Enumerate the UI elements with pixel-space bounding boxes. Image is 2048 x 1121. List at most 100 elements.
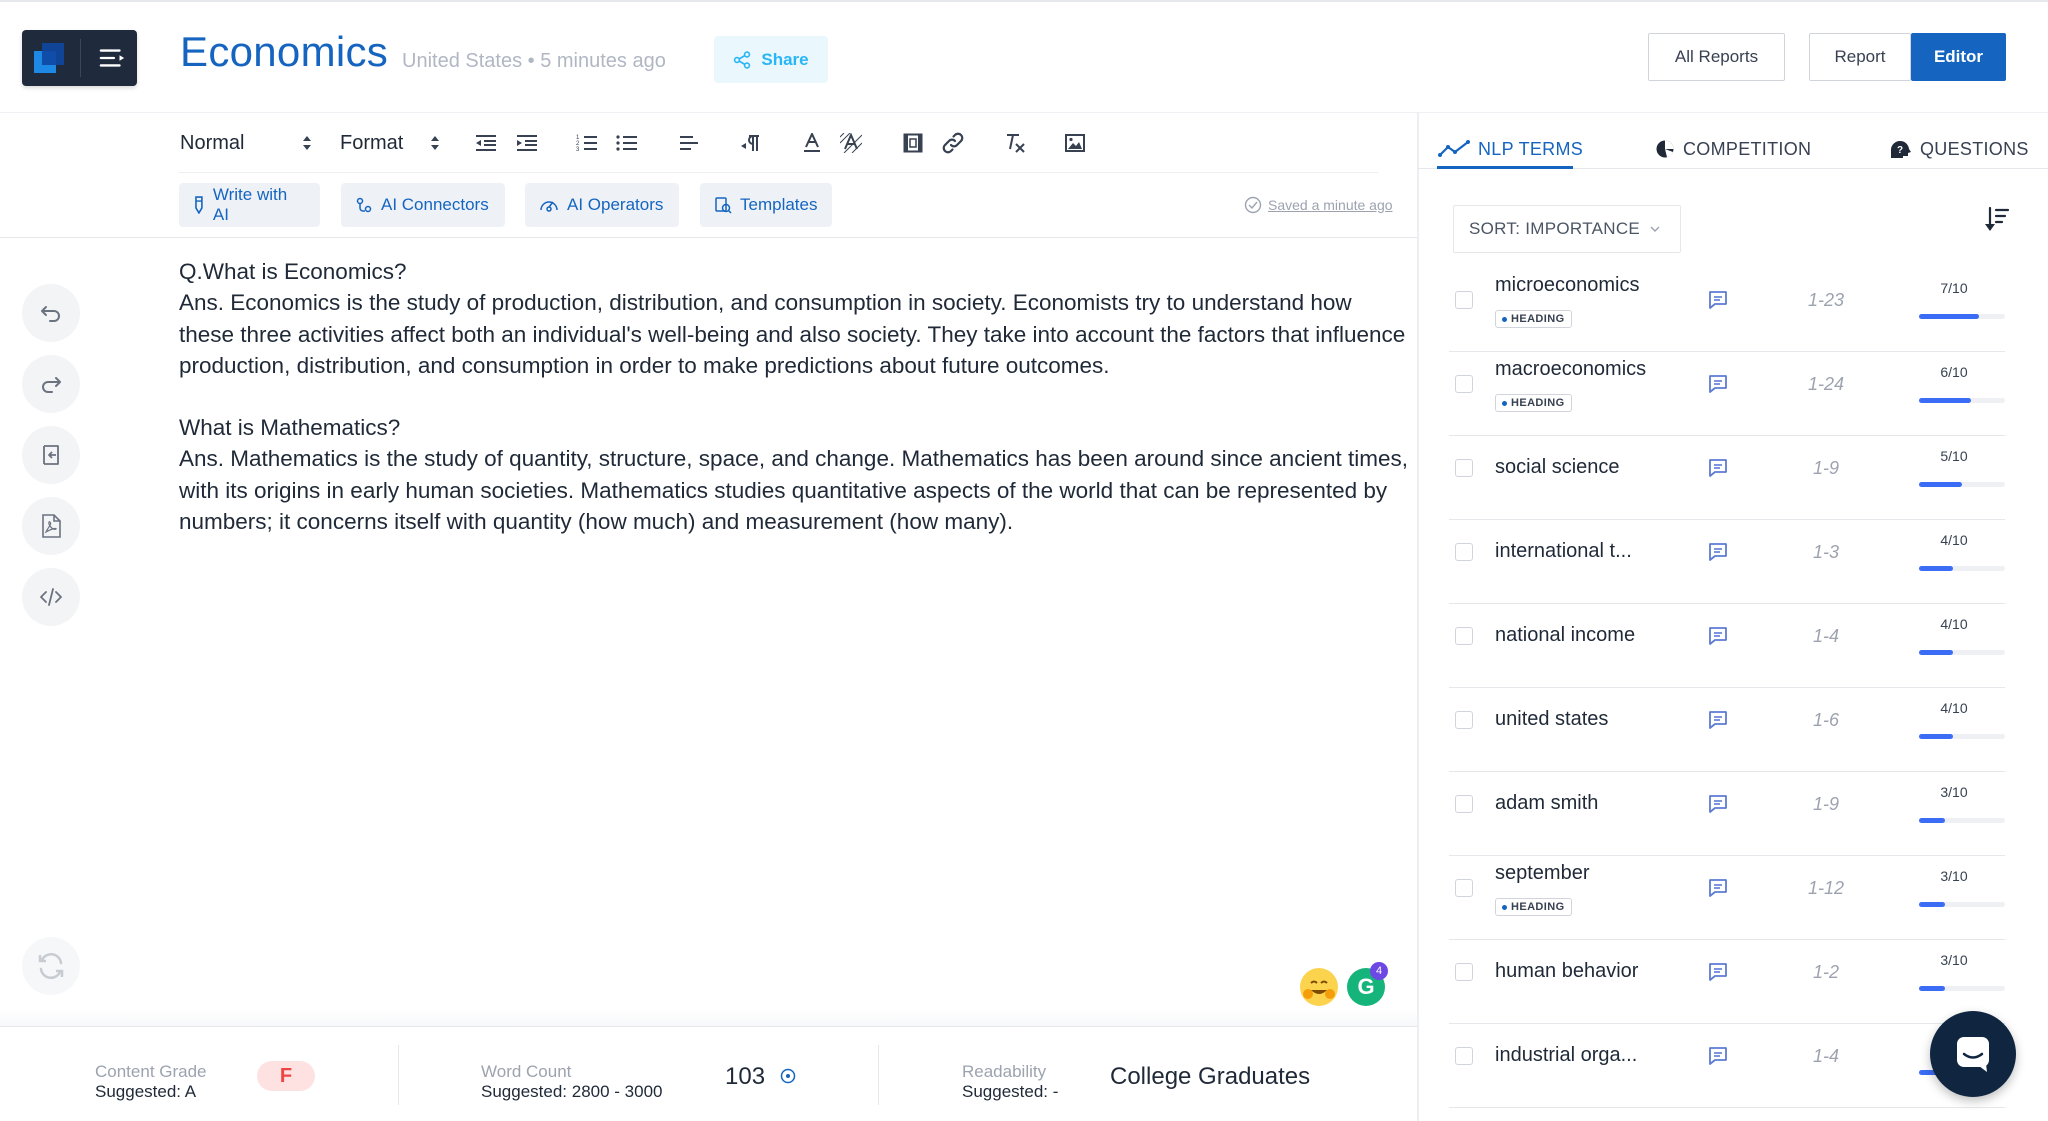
comment-icon[interactable] <box>1707 625 1729 647</box>
share-button[interactable]: Share <box>714 36 828 83</box>
ordered-list-icon[interactable]: 123 <box>572 128 602 158</box>
video-icon[interactable] <box>898 128 928 158</box>
heading-badge: HEADING <box>1495 394 1572 412</box>
chevron-down-icon <box>1650 226 1660 232</box>
editor-button[interactable]: Editor <box>1911 33 2006 81</box>
term-score: 4/10 <box>1940 532 1968 548</box>
link-icon[interactable] <box>938 128 968 158</box>
term-range: 1-12 <box>1807 878 1845 898</box>
ai-operators-button[interactable]: AI Operators <box>525 183 679 227</box>
answer-1: Ans. Economics is the study of productio… <box>179 290 1406 378</box>
term-checkbox[interactable] <box>1455 1047 1473 1065</box>
templates-button[interactable]: Templates <box>700 183 832 227</box>
import-icon <box>43 445 59 465</box>
nlp-term-row[interactable]: industrial orga... 1-4 <box>1449 1024 2005 1108</box>
undo-button[interactable] <box>22 284 80 342</box>
export-pdf-button[interactable] <box>22 497 80 555</box>
highlight-icon[interactable] <box>836 128 866 158</box>
align-left-icon[interactable] <box>674 128 704 158</box>
term-name: human behavior <box>1495 960 1639 982</box>
report-button[interactable]: Report <box>1809 33 1911 81</box>
outdent-icon[interactable] <box>471 128 501 158</box>
menu-icon[interactable] <box>99 47 125 69</box>
chat-icon <box>1957 1037 1989 1072</box>
nlp-term-row[interactable]: adam smith 1-9 3/10 <box>1449 772 2005 856</box>
target-icon[interactable] <box>780 1068 796 1084</box>
text-color-icon[interactable] <box>797 128 827 158</box>
editor-content[interactable]: Q.What is Economics? Ans. Economics is t… <box>179 256 1409 537</box>
content-grade-label: Content Grade <box>95 1062 207 1081</box>
redo-button[interactable] <box>22 355 80 413</box>
term-name: international t... <box>1495 540 1632 562</box>
import-button[interactable] <box>22 426 80 484</box>
all-reports-button[interactable]: All Reports <box>1648 33 1785 81</box>
term-checkbox[interactable] <box>1455 375 1473 393</box>
term-name: september <box>1495 862 1590 884</box>
term-checkbox[interactable] <box>1455 879 1473 897</box>
term-checkbox[interactable] <box>1455 543 1473 561</box>
comment-icon[interactable] <box>1707 877 1729 899</box>
term-range: 1-4 <box>1812 626 1839 646</box>
tab-competition[interactable]: COMPETITION <box>1655 132 1811 166</box>
term-checkbox[interactable] <box>1455 795 1473 813</box>
term-score: 3/10 <box>1940 952 1968 968</box>
readability-suggested: Suggested: - <box>962 1082 1059 1101</box>
comment-icon[interactable] <box>1707 289 1729 311</box>
nlp-term-row[interactable]: human behavior 1-2 3/10 <box>1449 940 2005 1024</box>
paragraph-direction-icon[interactable] <box>736 128 766 158</box>
emoji-icon[interactable] <box>1300 968 1338 1006</box>
block-style-select[interactable]: Normal <box>180 128 312 158</box>
term-name: united states <box>1495 708 1609 730</box>
nlp-term-row[interactable]: macroeconomics HEADING 1-24 6/10 <box>1449 352 2005 436</box>
term-checkbox[interactable] <box>1455 963 1473 981</box>
term-name: industrial orga... <box>1495 1044 1638 1066</box>
term-checkbox[interactable] <box>1455 627 1473 645</box>
updown-icon <box>431 136 439 150</box>
updated-text: 5 minutes ago <box>540 50 666 72</box>
term-score: 7/10 <box>1940 280 1968 296</box>
nlp-term-row[interactable]: social science 1-9 5/10 <box>1449 436 2005 520</box>
readability-value: College Graduates <box>1110 1063 1311 1090</box>
nlp-term-row[interactable]: national income 1-4 4/10 <box>1449 604 2005 688</box>
comment-icon[interactable] <box>1707 373 1729 395</box>
comment-icon[interactable] <box>1707 1045 1729 1067</box>
comment-icon[interactable] <box>1707 541 1729 563</box>
term-checkbox[interactable] <box>1455 711 1473 729</box>
term-score: 3/10 <box>1940 868 1968 884</box>
app-logo-menu[interactable] <box>22 30 137 86</box>
sort-order-icon[interactable] <box>1983 205 2013 235</box>
image-icon[interactable] <box>1060 128 1090 158</box>
format-select[interactable]: Format <box>340 128 440 158</box>
nlp-term-row[interactable]: microeconomics HEADING 1-23 7/10 <box>1449 268 2005 352</box>
content-grade-section: Content Grade Suggested: A <box>95 1062 207 1102</box>
bullet-list-icon[interactable] <box>612 128 642 158</box>
comment-icon[interactable] <box>1707 793 1729 815</box>
comment-icon[interactable] <box>1707 709 1729 731</box>
term-checkbox[interactable] <box>1455 459 1473 477</box>
write-with-ai-button[interactable]: Write with AI <box>179 183 320 227</box>
term-range: 1-3 <box>1812 542 1839 562</box>
embed-code-button[interactable] <box>22 568 80 626</box>
heading-badge: HEADING <box>1495 310 1572 328</box>
operator-icon <box>540 201 558 212</box>
refresh-button[interactable] <box>22 937 80 995</box>
comment-icon[interactable] <box>1707 457 1729 479</box>
indent-icon[interactable] <box>512 128 542 158</box>
nlp-term-row[interactable]: united states 1-6 4/10 <box>1449 688 2005 772</box>
tab-nlp-terms[interactable]: NLP TERMS <box>1438 132 1583 166</box>
nlp-term-row[interactable]: international t... 1-3 4/10 <box>1449 520 2005 604</box>
term-checkbox[interactable] <box>1455 291 1473 309</box>
term-range: 1-4 <box>1812 1046 1839 1066</box>
term-range: 1-9 <box>1812 458 1839 478</box>
chat-button[interactable] <box>1930 1011 2016 1097</box>
nlp-term-row[interactable]: september HEADING 1-12 3/10 <box>1449 856 2005 940</box>
save-status: Saved a minute ago <box>1244 196 1393 214</box>
sort-dropdown[interactable]: SORT: IMPORTANCE <box>1453 205 1681 253</box>
term-score-bar <box>1919 398 2005 403</box>
template-icon <box>715 197 732 214</box>
tab-questions[interactable]: ? QUESTIONS <box>1888 132 2029 166</box>
comment-icon[interactable] <box>1707 961 1729 983</box>
word-count-section: Word Count Suggested: 2800 - 3000 <box>481 1062 662 1102</box>
ai-connectors-button[interactable]: AI Connectors <box>341 183 505 227</box>
clear-format-icon[interactable] <box>1000 128 1030 158</box>
